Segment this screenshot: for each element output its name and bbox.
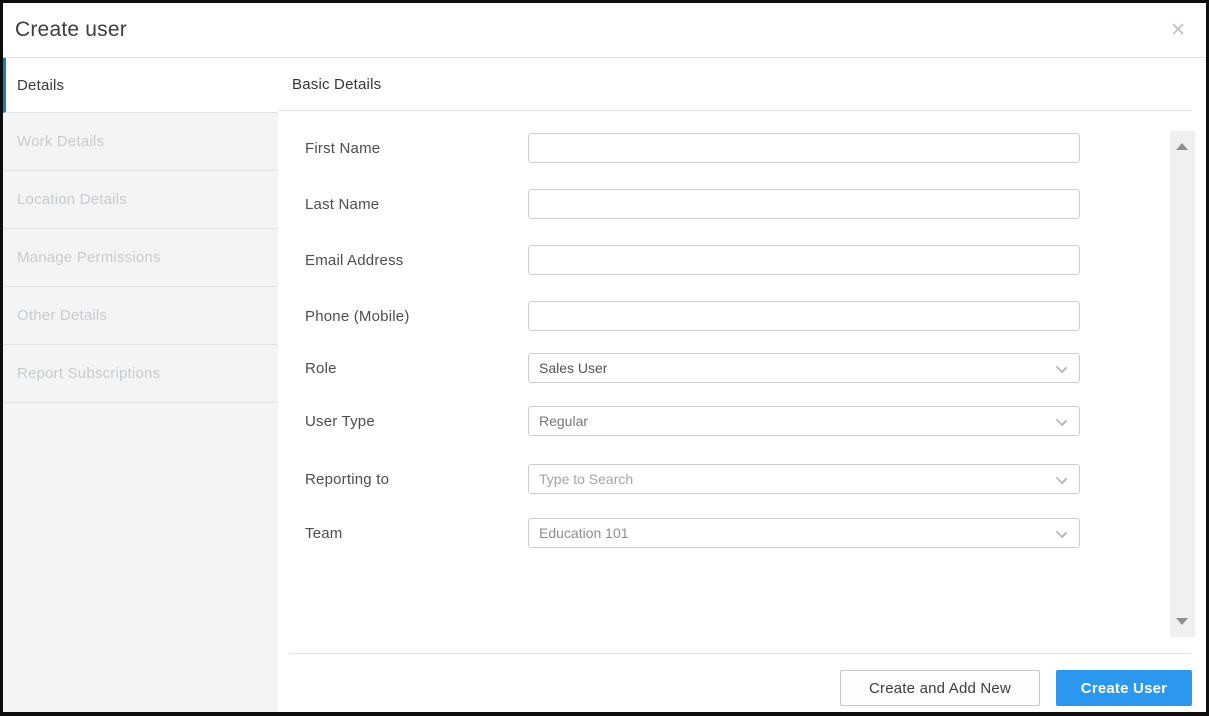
last-name-input[interactable] bbox=[528, 189, 1080, 219]
user-type-select[interactable]: Regular bbox=[528, 406, 1080, 436]
sidebar-item-label: Work Details bbox=[17, 133, 105, 150]
reporting-to-label: Reporting to bbox=[305, 470, 390, 488]
sidebar-item-manage-permissions[interactable]: Manage Permissions bbox=[3, 229, 278, 287]
sidebar-item-label: Details bbox=[17, 76, 65, 94]
section-title: Basic Details bbox=[292, 75, 382, 93]
first-name-input[interactable] bbox=[528, 133, 1080, 163]
main-panel: Basic Details First Name Last Name Email… bbox=[278, 58, 1206, 712]
close-icon[interactable]: ✕ bbox=[1170, 21, 1186, 40]
footer-divider bbox=[290, 653, 1191, 654]
modal-body: Details Work Details Location Details Ma… bbox=[3, 58, 1206, 712]
sidebar-item-location-details[interactable]: Location Details bbox=[3, 171, 278, 229]
chevron-down-icon bbox=[1055, 526, 1068, 539]
scroll-up-icon[interactable] bbox=[1176, 143, 1188, 150]
sidebar-item-label: Report Subscriptions bbox=[17, 365, 161, 382]
sidebar: Details Work Details Location Details Ma… bbox=[3, 58, 278, 712]
reporting-to-select[interactable]: Type to Search bbox=[528, 464, 1080, 494]
section-header: Basic Details bbox=[278, 58, 1192, 111]
role-select[interactable]: Sales User bbox=[528, 353, 1080, 383]
sidebar-item-other-details[interactable]: Other Details bbox=[3, 287, 278, 345]
last-name-label: Last Name bbox=[305, 195, 380, 213]
reporting-to-placeholder: Type to Search bbox=[539, 471, 634, 487]
chevron-down-icon bbox=[1055, 414, 1068, 427]
sidebar-item-label: Manage Permissions bbox=[17, 249, 161, 266]
sidebar-item-label: Location Details bbox=[17, 191, 127, 208]
sidebar-item-label: Other Details bbox=[17, 307, 108, 324]
create-user-button[interactable]: Create User bbox=[1056, 670, 1192, 706]
team-select-value: Education 101 bbox=[539, 525, 629, 541]
scrollbar[interactable] bbox=[1170, 131, 1195, 637]
user-type-label: User Type bbox=[305, 412, 375, 430]
chevron-down-icon bbox=[1055, 472, 1068, 485]
sidebar-item-report-subscriptions[interactable]: Report Subscriptions bbox=[3, 345, 278, 403]
create-and-add-new-button[interactable]: Create and Add New bbox=[840, 670, 1040, 706]
user-type-select-value: Regular bbox=[539, 413, 589, 429]
role-select-value: Sales User bbox=[539, 360, 608, 376]
scroll-down-icon[interactable] bbox=[1176, 618, 1188, 625]
phone-mobile-input[interactable] bbox=[528, 301, 1080, 331]
sidebar-item-details[interactable]: Details bbox=[3, 58, 278, 113]
email-field[interactable] bbox=[528, 245, 1080, 275]
modal-header: Create user ✕ bbox=[3, 3, 1206, 58]
sidebar-item-work-details[interactable]: Work Details bbox=[3, 113, 278, 171]
email-label: Email Address bbox=[305, 251, 404, 269]
first-name-label: First Name bbox=[305, 139, 381, 157]
create-user-modal: Create user ✕ Details Work Details Locat… bbox=[0, 0, 1209, 716]
page-title: Create user bbox=[15, 18, 127, 41]
role-label: Role bbox=[305, 359, 337, 377]
team-label: Team bbox=[305, 524, 343, 542]
phone-label: Phone (Mobile) bbox=[305, 307, 410, 325]
chevron-down-icon bbox=[1055, 361, 1068, 374]
team-select[interactable]: Education 101 bbox=[528, 518, 1080, 548]
